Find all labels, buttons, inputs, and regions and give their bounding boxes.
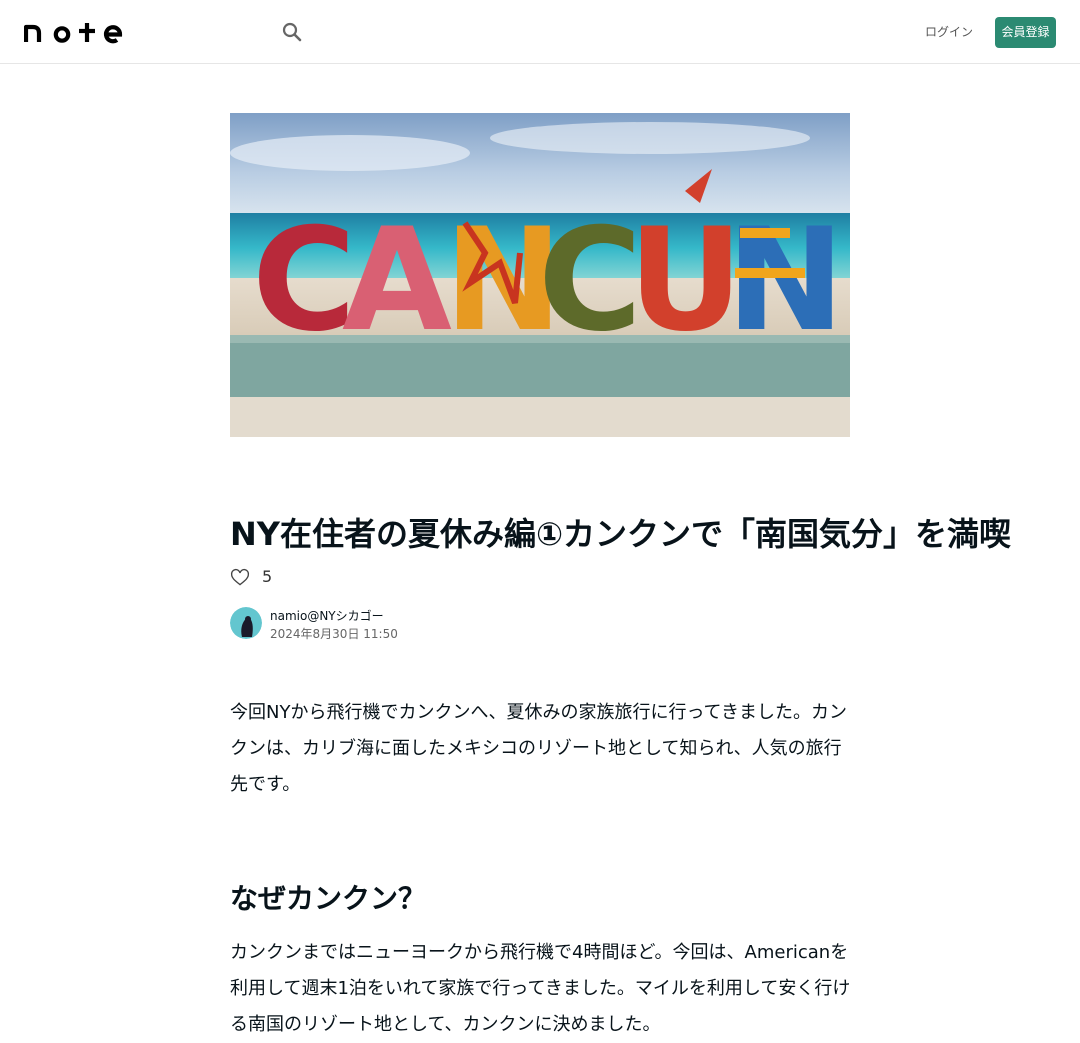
cancun-sign-photo: C A N C U N [230, 113, 850, 437]
svg-text:A: A [342, 198, 452, 363]
article-intro: 今回NYから飛行機でカンクンへ、夏休みの家族旅行に行ってきました。カンクンは、カ… [230, 702, 848, 795]
note-logo[interactable] [24, 18, 124, 46]
search-icon[interactable] [280, 20, 304, 44]
signup-button[interactable]: 会員登録 [995, 17, 1056, 48]
author-name[interactable]: namio@NYシカゴー [270, 607, 384, 625]
svg-text:C: C [538, 198, 642, 363]
login-link[interactable]: ログイン [924, 22, 974, 42]
post-date: 2024年8月30日 11:50 [270, 627, 398, 641]
svg-text:C: C [252, 198, 356, 363]
site-header: ログイン 会員登録 [0, 0, 1080, 64]
hero-image: C A N C U N [230, 113, 850, 437]
like-count: 5 [262, 567, 273, 586]
heart-icon[interactable] [230, 568, 250, 588]
author-avatar[interactable] [230, 607, 262, 639]
svg-text:N: N [726, 198, 845, 363]
section-text: カンクンまではニューヨークから飛行機で4時間ほど。今回は、Americanを利用… [230, 942, 851, 1035]
article-title: NY在住者の夏休み編①カンクンで「南国気分」を満喫 [230, 515, 1012, 553]
section-heading: なぜカンクン？ [230, 882, 427, 915]
